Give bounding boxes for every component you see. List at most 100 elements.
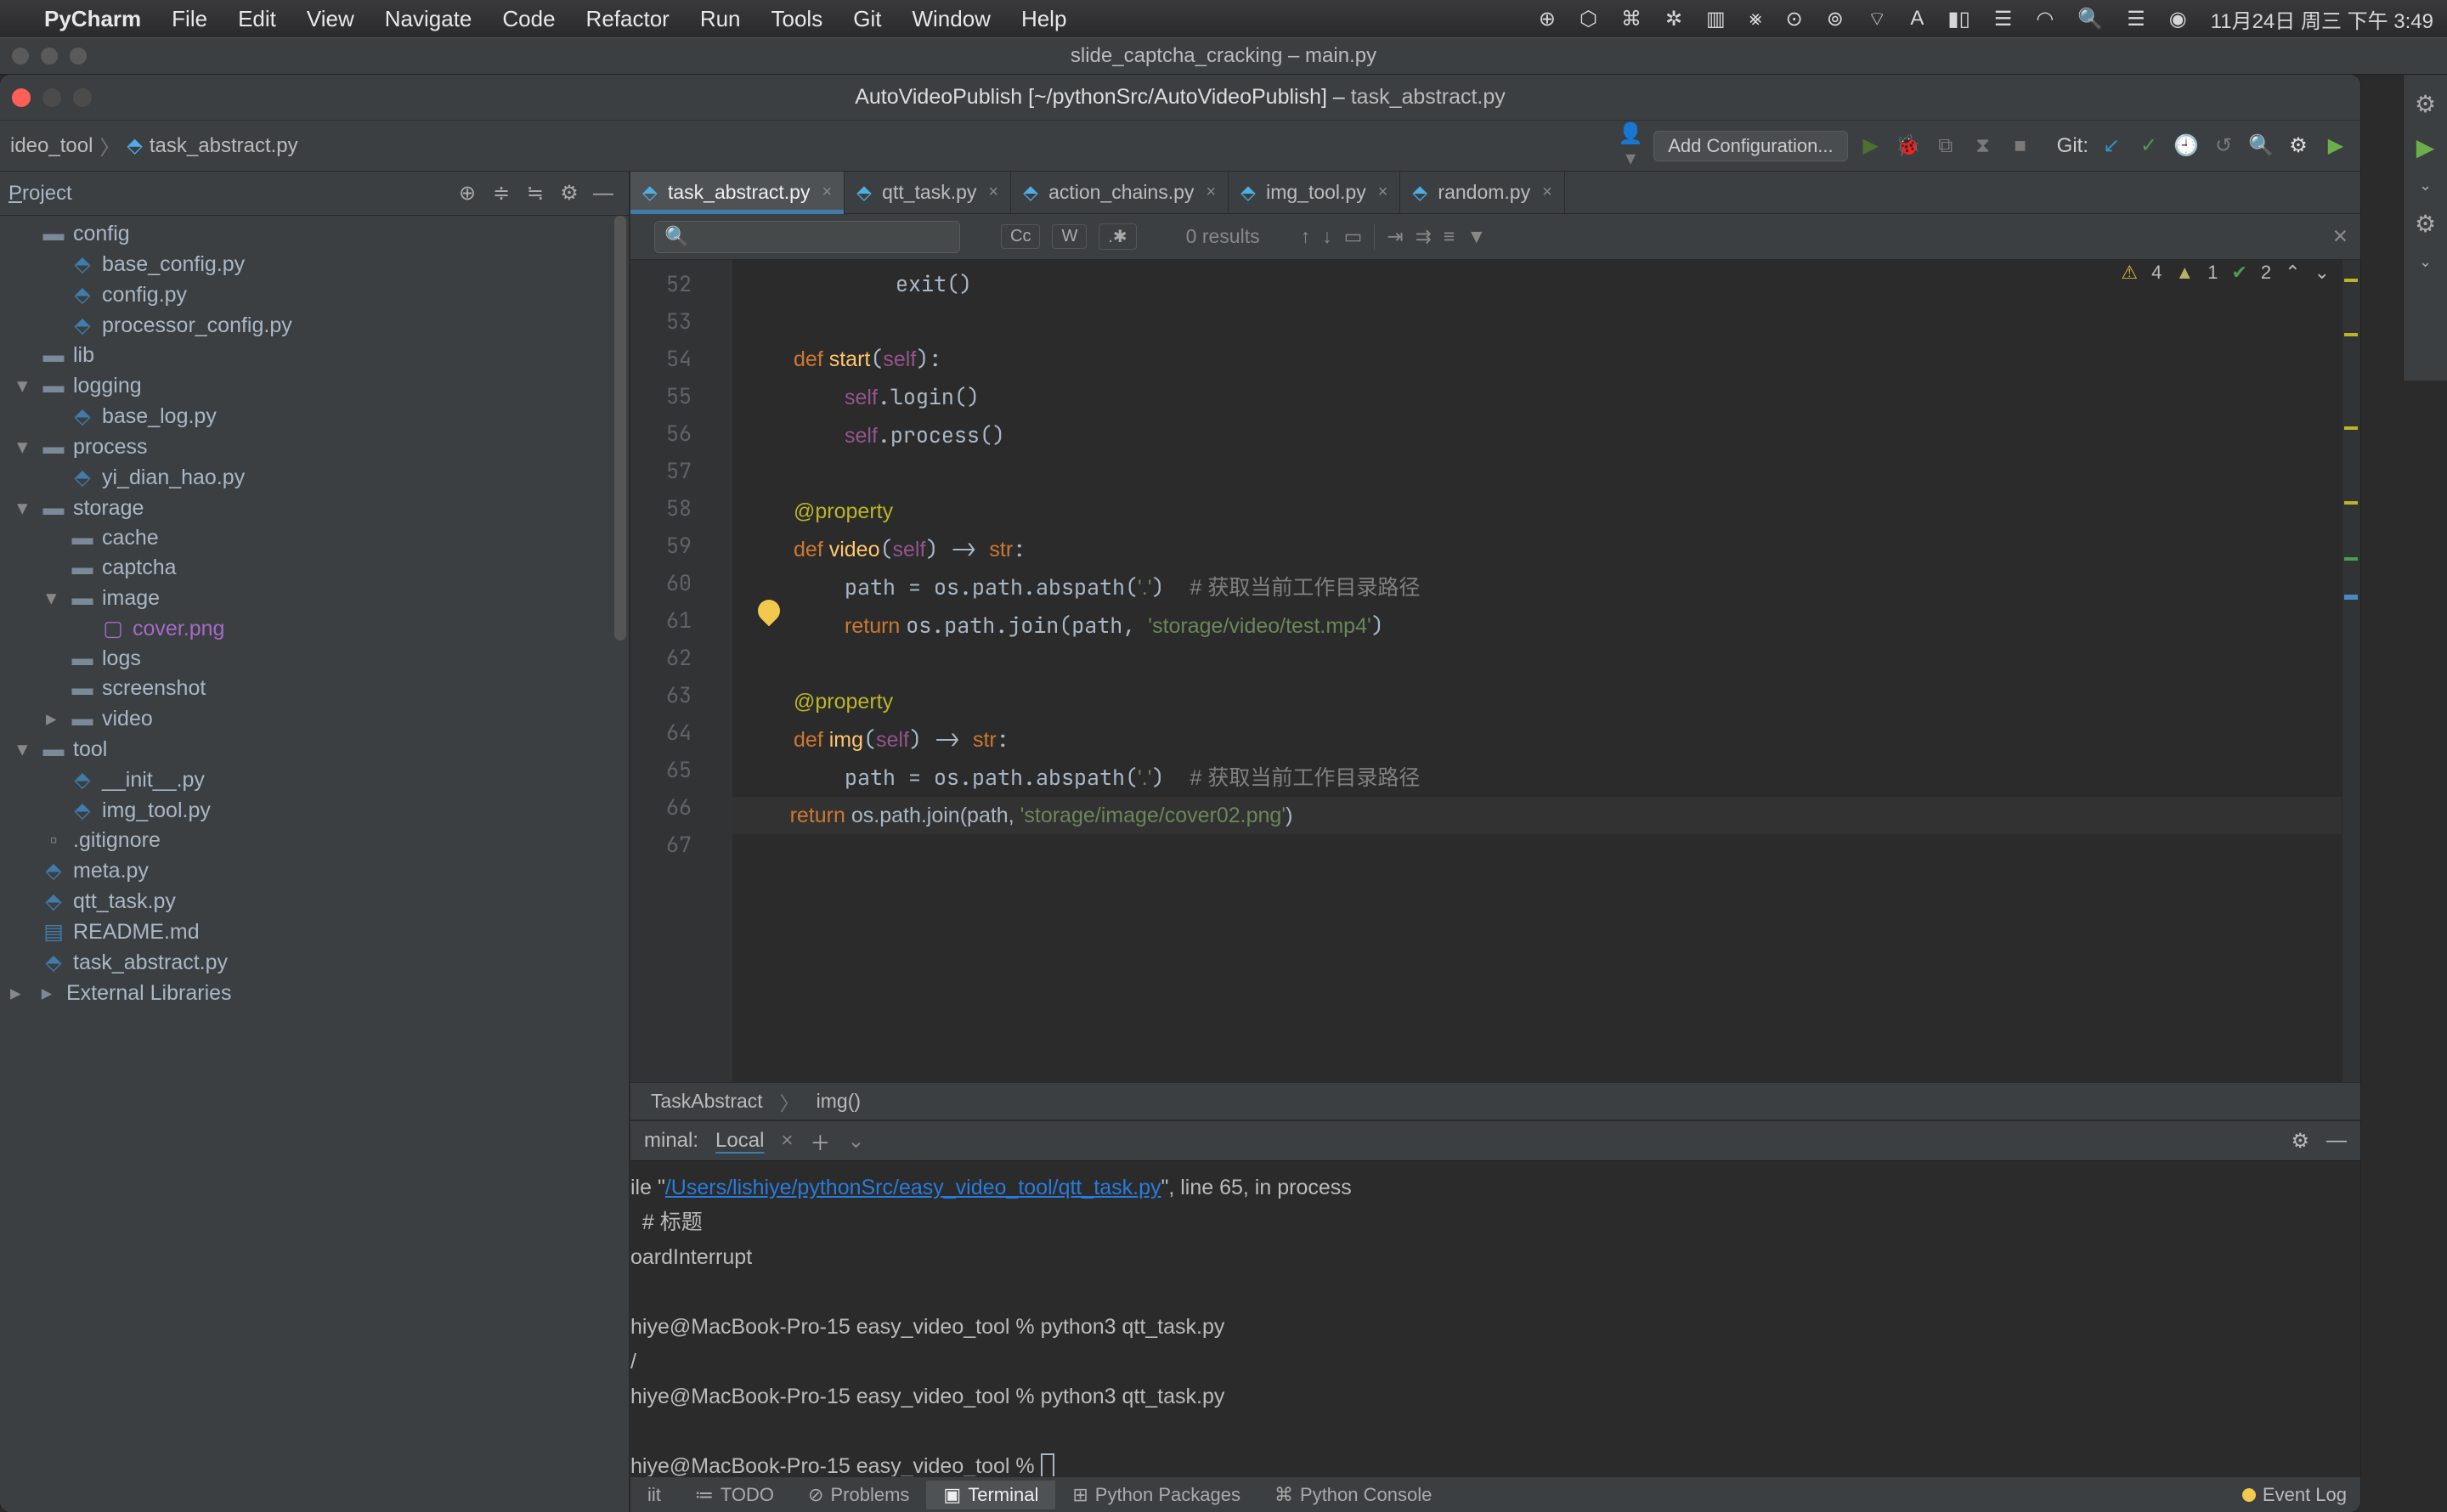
run-anything-icon[interactable]: ▶ [2321, 133, 2350, 158]
tree-node[interactable]: ▸▬video [0, 703, 629, 734]
tree-node[interactable]: ⬘img_tool.py [0, 795, 629, 826]
user-icon[interactable]: 👤▾ [1616, 121, 1645, 171]
menubar-clock[interactable]: 11月24日 周三 下午 3:49 [2211, 4, 2433, 34]
tree-node[interactable]: ⬘meta.py [0, 855, 629, 886]
tree-node[interactable]: ▾▬tool [0, 734, 629, 764]
tree-node[interactable]: ▾▬storage [0, 493, 629, 523]
tray-icon[interactable]: ⌘ [1621, 7, 1642, 31]
close-icon[interactable]: × [1378, 183, 1388, 202]
tray-icon[interactable]: ⊕ [1539, 7, 1556, 31]
close-icon[interactable]: × [1542, 183, 1552, 202]
locate-icon[interactable]: ⊕ [450, 181, 484, 206]
find-bar[interactable]: 🔍 Cc W .✱ 0 results ↑ ↓ ▭ ⇥ ⇉ ≡ ▼ ✕ [630, 214, 2360, 260]
tree-node[interactable]: ⬘qtt_task.py [0, 886, 629, 917]
tree-node[interactable]: ⬘yi_dian_hao.py [0, 462, 629, 493]
menu-window[interactable]: Window [912, 6, 990, 32]
line-gutter[interactable]: 52 53 54 55 56 57 58 59 60 61 62 63 64 6… [630, 260, 705, 1082]
tool-terminal[interactable]: ▣Terminal [926, 1481, 1055, 1509]
crumb-folder[interactable]: ideo_tool [10, 134, 93, 158]
inspections-widget[interactable]: ⚠4 ▲1 ✔2 ⌃ ⌄ [2121, 262, 2330, 284]
tray-icon[interactable]: ▥ [1706, 7, 1726, 31]
select-all-occur-icon[interactable]: ⇉ [1416, 225, 1432, 248]
tree-node[interactable]: ▬logs [0, 644, 629, 674]
tree-node[interactable]: ▬captcha [0, 553, 629, 583]
terminal-output[interactable]: ile "/Users/lishiye/pythonSrc/easy_video… [630, 1160, 2360, 1476]
search-icon[interactable]: 🔍 [2077, 7, 2103, 31]
traffic-light-max-icon[interactable] [70, 48, 87, 65]
tree-node[interactable]: ▾▬image [0, 583, 629, 613]
menu-edit[interactable]: Edit [238, 6, 276, 32]
words-toggle[interactable]: W [1052, 224, 1087, 249]
wifi-icon[interactable]: ◠ [2036, 7, 2054, 31]
add-selection-icon[interactable]: ⇥ [1387, 225, 1403, 248]
settings-icon[interactable]: ⚙ [2415, 210, 2436, 238]
tray-icon[interactable]: ⨳ [1749, 7, 1762, 31]
match-case-toggle[interactable]: Cc [1001, 224, 1040, 249]
scrollbar-thumb[interactable] [614, 216, 626, 640]
toggle-panel-icon[interactable]: ≡ [1444, 225, 1455, 248]
select-all-icon[interactable]: ▭ [1344, 225, 1363, 248]
editor-tab[interactable]: ⬘action_chains.py× [1011, 172, 1229, 213]
git-history-icon[interactable]: 🕘 [2172, 133, 2201, 158]
tree-node[interactable]: ▬lib [0, 341, 629, 370]
run-icon[interactable]: ▶ [2416, 133, 2435, 161]
tool-git[interactable]: iit [630, 1481, 678, 1509]
close-icon[interactable]: ✕ [2332, 225, 2348, 248]
git-commit-icon[interactable]: ✓ [2134, 133, 2163, 158]
editor-tab[interactable]: ⬘qtt_task.py× [845, 172, 1011, 213]
chevron-down-icon[interactable]: ⌄ [2419, 177, 2432, 195]
regex-toggle[interactable]: .✱ [1099, 223, 1136, 250]
input-icon[interactable]: A [1910, 7, 1924, 31]
tree-node[interactable]: ⬘__init__.py [0, 764, 629, 795]
tree-node[interactable]: ▢cover.png [0, 613, 629, 644]
tool-todo[interactable]: ≔TODO [678, 1481, 791, 1509]
settings-icon[interactable]: ⚙ [2415, 90, 2436, 118]
tree-node[interactable]: ⬘base_config.py [0, 249, 629, 279]
tree-node[interactable]: ▬config [0, 219, 629, 249]
crumb-function[interactable]: img() [817, 1090, 861, 1113]
git-rollback-icon[interactable]: ↺ [2209, 133, 2238, 158]
tree-node[interactable]: ▾▬logging [0, 370, 629, 401]
breadcrumbs[interactable]: ideo_tool 〉 ⬘ task_abstract.py [10, 131, 298, 161]
terminal-tab[interactable]: Local [715, 1129, 764, 1153]
tool-eventlog[interactable]: Event Log [2242, 1484, 2360, 1506]
crumb-class[interactable]: TaskAbstract [651, 1090, 763, 1113]
tree-node[interactable]: ⬘processor_config.py [0, 310, 629, 341]
collapse-icon[interactable]: ≒ [518, 181, 552, 206]
traffic-light-min-icon[interactable] [42, 88, 61, 107]
filter-icon[interactable]: ▼ [1467, 225, 1486, 248]
terminal-link[interactable]: /Users/lishiye/pythonSrc/easy_video_tool… [665, 1176, 1161, 1199]
tree-node[interactable]: ▸▸External Libraries [0, 978, 629, 1008]
editor-tabs[interactable]: ⬘task_abstract.py×⬘qtt_task.py×⬘action_c… [630, 172, 2360, 214]
ide-titlebar[interactable]: AutoVideoPublish [~/pythonSrc/AutoVideoP… [0, 75, 2360, 121]
traffic-light-min-icon[interactable] [41, 48, 58, 65]
project-title-label[interactable]: Project [8, 182, 72, 206]
tree-node[interactable]: ▬cache [0, 523, 629, 553]
tray-icon[interactable]: ⊙ [1786, 7, 1803, 31]
hide-icon[interactable]: — [586, 182, 620, 206]
chevron-down-icon[interactable]: ⌄ [2419, 253, 2432, 271]
prev-match-icon[interactable]: ↑ [1301, 225, 1311, 248]
control-center-icon[interactable]: ☰ [2127, 7, 2145, 31]
battery-icon[interactable]: ▮▯ [1947, 7, 1969, 31]
close-icon[interactable]: × [988, 183, 998, 202]
up-icon[interactable]: ⌃ [2285, 262, 2300, 284]
siri-icon[interactable]: ◉ [2169, 7, 2187, 31]
search-icon[interactable]: 🔍 [2246, 133, 2275, 158]
settings-icon[interactable]: ⚙ [2291, 1129, 2309, 1154]
new-session-icon[interactable]: ＋ [810, 1126, 830, 1156]
menu-view[interactable]: View [307, 6, 354, 32]
bottom-toolbar[interactable]: iit ≔TODO ⊘Problems ▣Terminal ⊞Python Pa… [630, 1476, 2360, 1512]
stop-icon[interactable]: ■ [2006, 134, 2035, 158]
tray-icon[interactable]: ✲ [1665, 7, 1682, 31]
menu-navigate[interactable]: Navigate [385, 6, 472, 32]
git-pull-icon[interactable]: ↙ [2097, 133, 2126, 158]
tray-icon[interactable]: ⬡ [1580, 7, 1597, 31]
run-config-button[interactable]: Add Configuration... [1653, 131, 1847, 161]
menu-code[interactable]: Code [502, 6, 555, 32]
code-text[interactable]: exit() def start(self): self.login() sel… [732, 260, 2360, 1082]
tray-icon[interactable]: ☰ [1994, 7, 2013, 31]
dropdown-icon[interactable]: ⌄ [847, 1129, 864, 1154]
traffic-light-close-icon[interactable] [12, 88, 31, 107]
settings-icon[interactable]: ⚙ [2284, 133, 2313, 158]
